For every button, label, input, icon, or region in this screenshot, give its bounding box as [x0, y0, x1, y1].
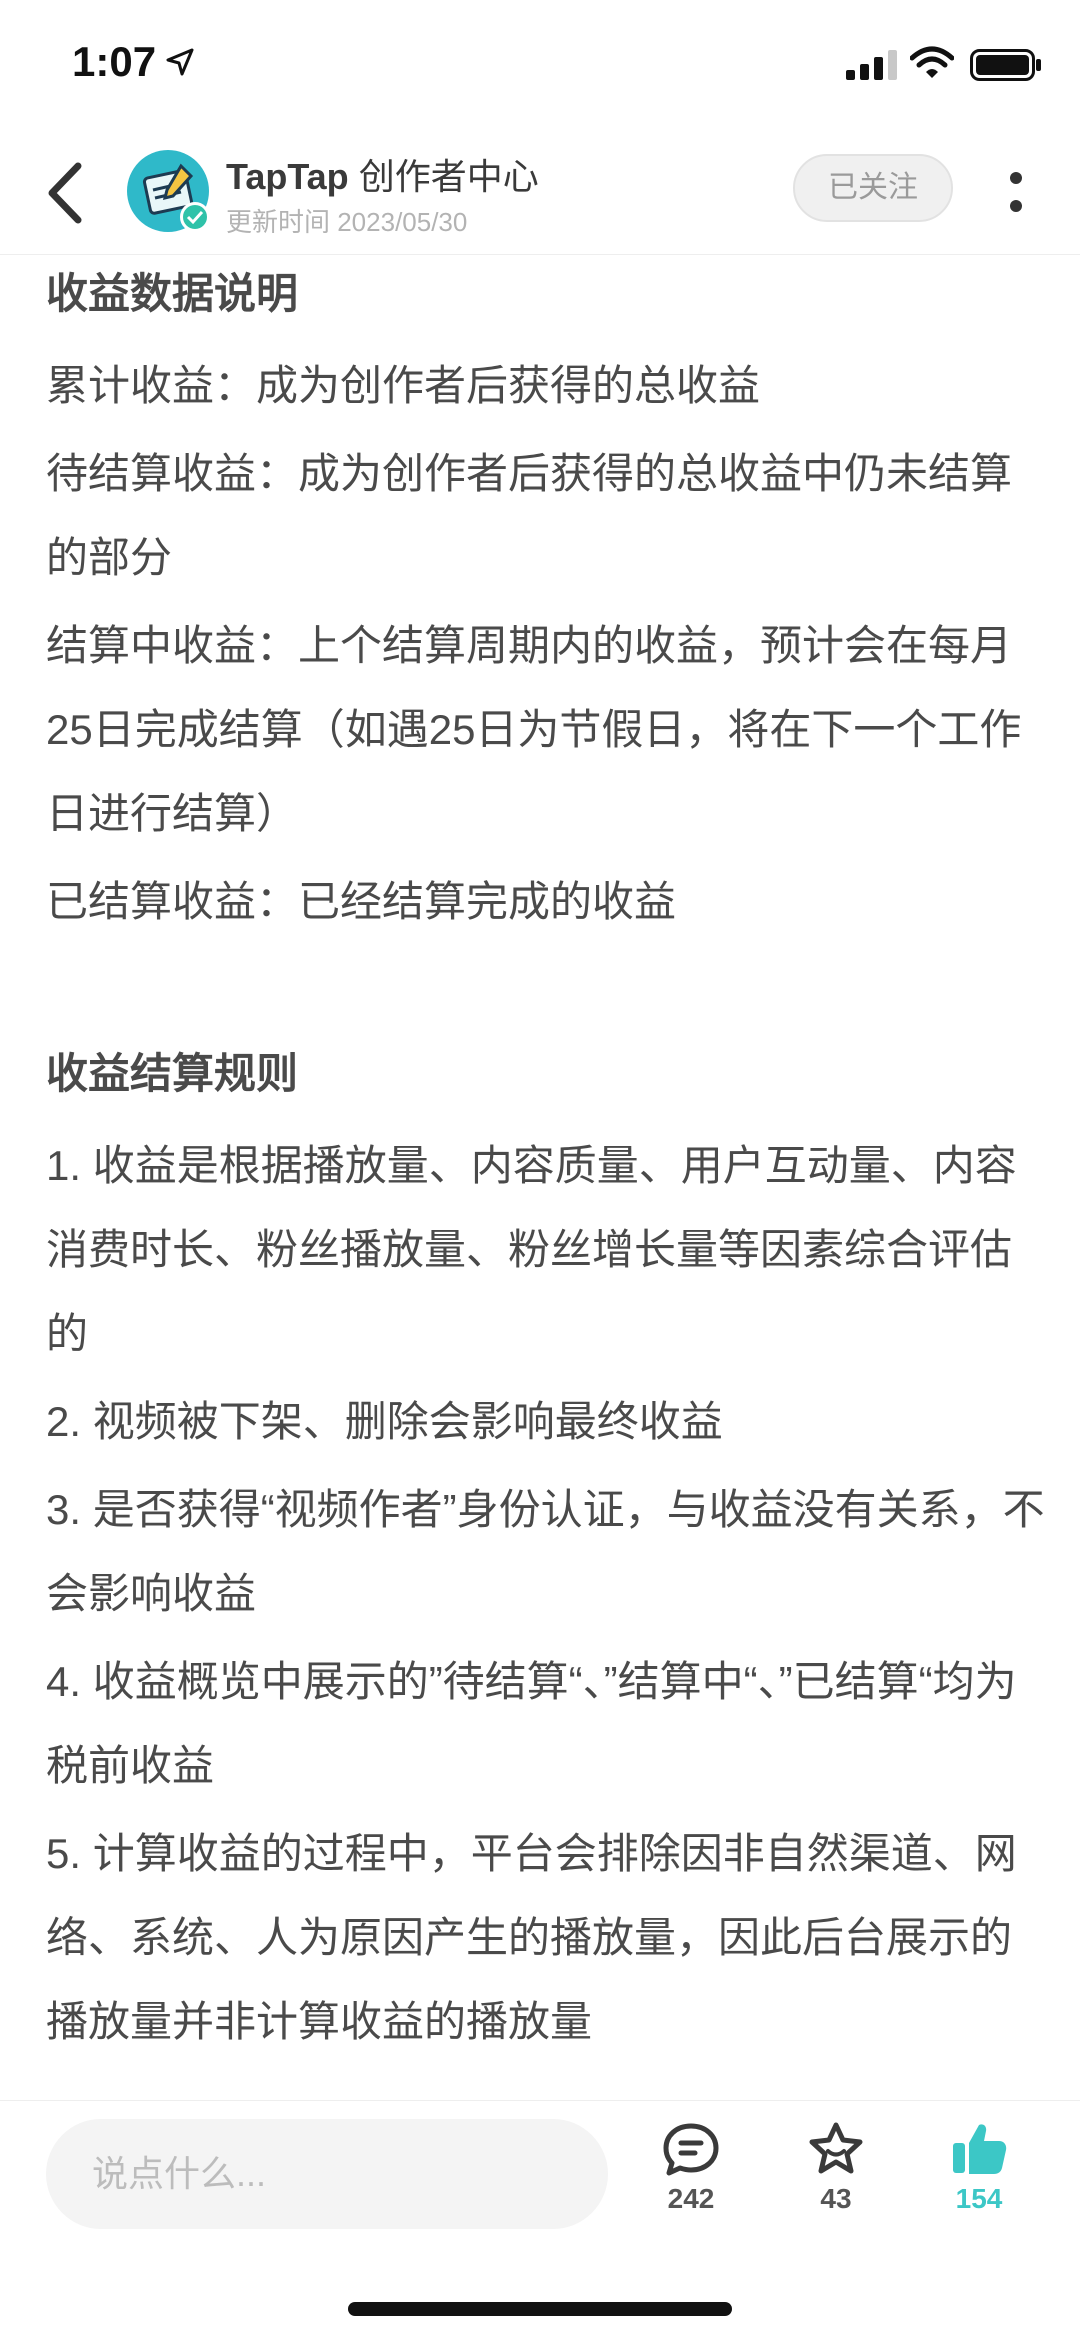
- cellular-signal-icon: [846, 50, 897, 80]
- favorite-button[interactable]: 43: [781, 2121, 891, 2215]
- comment-button[interactable]: 242: [636, 2121, 746, 2215]
- comment-input[interactable]: 说点什么...: [46, 2119, 608, 2229]
- paragraph: 结算中收益：上个结算周期内的收益，预计会在每月25日完成结算（如遇25日为节假日…: [46, 622, 1022, 837]
- favorite-count: 43: [820, 2183, 852, 2214]
- paragraph: 待结算收益：成为创作者后获得的总收益中仍未结算的部分: [46, 450, 1013, 581]
- paragraph: 已结算收益：已经结算完成的收益: [46, 878, 677, 925]
- wifi-icon: [910, 46, 954, 78]
- section-title: 收益结算规则: [46, 1050, 299, 1097]
- thumbs-up-icon: [953, 2124, 1007, 2174]
- more-options-icon[interactable]: [1006, 166, 1026, 226]
- paragraph: 累计收益：成为创作者后获得的总收益: [46, 362, 761, 409]
- like-count: 154: [955, 2183, 1003, 2214]
- paragraph: 4. 收益概览中展示的”待结算“、”结算中“、”已结算“均为税前收益: [46, 1658, 1017, 1789]
- back-arrow-icon[interactable]: [38, 156, 98, 230]
- account-name[interactable]: TapTap 创作者中心: [226, 148, 539, 200]
- follow-button[interactable]: 已关注: [793, 154, 953, 222]
- star-icon: [809, 2122, 863, 2174]
- status-time: 1:07: [72, 38, 157, 85]
- location-arrow-icon: [166, 48, 194, 76]
- paragraph: 1. 收益是根据播放量、内容质量、用户互动量、内容消费时长、粉丝播放量、粉丝增长…: [46, 1142, 1017, 1357]
- updated-time: 更新时间 2023/05/30: [226, 207, 468, 237]
- article-header: TapTap 创作者中心 更新时间 2023/05/30 已关注: [0, 130, 1080, 255]
- paragraph: 5. 计算收益的过程中，平台会排除因非自然渠道、网络、系统、人为原因产生的播放量…: [46, 1830, 1017, 2045]
- like-button[interactable]: 154: [924, 2121, 1034, 2215]
- home-indicator[interactable]: [348, 2302, 732, 2316]
- account-name-cn: 创作者中心: [358, 156, 539, 197]
- section-title: 收益数据说明: [46, 270, 299, 317]
- article-content: 收益数据说明 累计收益：成为创作者后获得的总收益 待结算收益：成为创作者后获得的…: [46, 258, 1046, 2068]
- comment-count: 242: [667, 2183, 715, 2214]
- verified-badge-icon: [180, 202, 210, 232]
- status-bar: 1:07: [0, 0, 1080, 130]
- battery-icon: [970, 49, 1041, 81]
- paragraph: 3. 是否获得“视频作者”身份认证，与收益没有关系，不会影响收益: [46, 1486, 1045, 1617]
- comment-bubble-icon: [663, 2123, 719, 2176]
- paragraph: 2. 视频被下架、删除会影响最终收益: [46, 1398, 723, 1445]
- account-name-latin: TapTap: [226, 156, 349, 197]
